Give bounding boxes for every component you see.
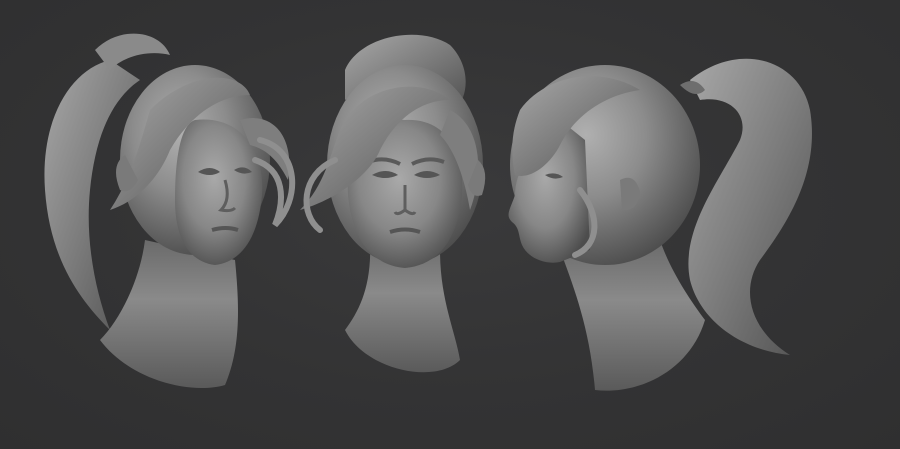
front-view [300, 34, 486, 373]
mouth [211, 226, 239, 232]
neck [560, 240, 705, 391]
three-quarter-view [44, 33, 296, 388]
side-profile-view [508, 58, 812, 391]
viewport-canvas [0, 0, 900, 449]
ponytail-top [95, 33, 170, 70]
sculpt-render [44, 33, 812, 391]
ponytail [688, 58, 812, 355]
